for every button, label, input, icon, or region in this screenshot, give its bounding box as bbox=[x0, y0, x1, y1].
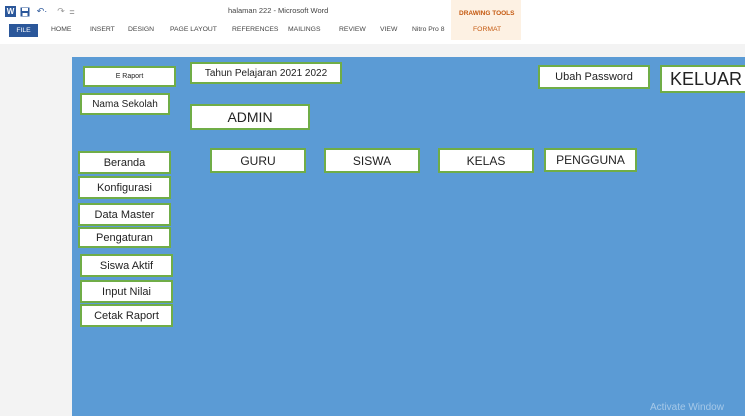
menu-data-master[interactable]: Data Master bbox=[78, 203, 171, 226]
admin-role-label: ADMIN bbox=[190, 104, 310, 130]
top-menu-siswa[interactable]: SISWA bbox=[324, 148, 420, 173]
top-menu-pengguna[interactable]: PENGGUNA bbox=[544, 148, 637, 172]
contextual-tab-group bbox=[451, 0, 521, 40]
change-password-button[interactable]: Ubah Password bbox=[538, 65, 650, 89]
top-menu-guru[interactable]: GURU bbox=[210, 148, 306, 173]
window-title: halaman 222 - Microsoft Word bbox=[228, 6, 329, 15]
word-ribbon: W ↶· ↷ = halaman 222 - Microsoft Word DR… bbox=[0, 0, 745, 44]
mockup-canvas bbox=[72, 57, 745, 416]
tab-references[interactable]: REFERENCES bbox=[232, 26, 278, 33]
school-year-label: Tahun Pelajaran 2021 2022 bbox=[190, 62, 342, 84]
tab-page-layout[interactable]: PAGE LAYOUT bbox=[170, 26, 217, 33]
menu-beranda[interactable]: Beranda bbox=[78, 151, 171, 174]
contextual-group-label: DRAWING TOOLS bbox=[459, 10, 515, 17]
top-menu-kelas[interactable]: KELAS bbox=[438, 148, 534, 173]
menu-input-nilai[interactable]: Input Nilai bbox=[80, 280, 173, 303]
tab-nitro-pro[interactable]: Nitro Pro 8 bbox=[412, 26, 444, 33]
tab-format[interactable]: FORMAT bbox=[473, 26, 501, 33]
tab-view[interactable]: VIEW bbox=[380, 26, 397, 33]
tab-insert[interactable]: INSERT bbox=[90, 26, 115, 33]
e-raport-label: E Raport bbox=[83, 66, 176, 87]
logout-button[interactable]: KELUAR bbox=[660, 65, 745, 93]
menu-cetak-raport[interactable]: Cetak Raport bbox=[80, 304, 173, 327]
activation-watermark: Activate Window bbox=[650, 402, 724, 413]
school-name-label: Nama Sekolah bbox=[80, 93, 170, 115]
tab-review[interactable]: REVIEW bbox=[339, 26, 366, 33]
menu-pengaturan[interactable]: Pengaturan bbox=[78, 227, 171, 248]
tab-mailings[interactable]: MAILINGS bbox=[288, 26, 320, 33]
menu-siswa-aktif[interactable]: Siswa Aktif bbox=[80, 254, 173, 277]
tab-home[interactable]: HOME bbox=[51, 26, 71, 33]
menu-konfigurasi[interactable]: Konfigurasi bbox=[78, 176, 171, 199]
tab-design[interactable]: DESIGN bbox=[128, 26, 154, 33]
tab-file[interactable]: FILE bbox=[9, 24, 38, 37]
